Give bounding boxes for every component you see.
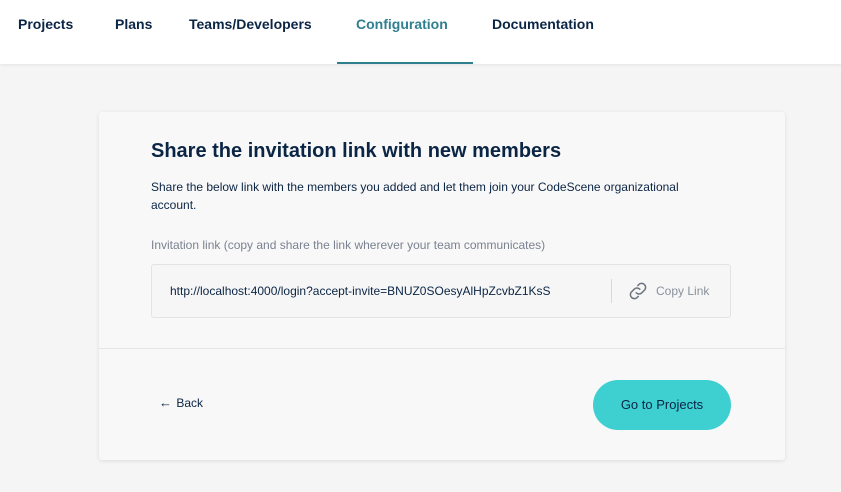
card-divider — [99, 348, 785, 349]
active-tab-indicator — [337, 62, 473, 64]
card-title: Share the invitation link with new membe… — [151, 140, 562, 162]
link-field-divider — [611, 279, 612, 303]
invitation-link-label: Invitation link (copy and share the link… — [151, 238, 546, 252]
copy-link-button[interactable]: Copy Link — [626, 265, 722, 317]
back-button[interactable]: ← Back — [159, 392, 203, 414]
arrow-left-icon: ← — [159, 395, 172, 410]
nav-tab-configuration[interactable]: Configuration — [356, 0, 448, 64]
nav-tab-teams-developers[interactable]: Teams/Developers — [189, 0, 312, 64]
copy-link-label: Copy Link — [656, 284, 710, 298]
nav-tab-plans[interactable]: Plans — [115, 0, 152, 64]
invitation-link-value[interactable]: http://localhost:4000/login?accept-invit… — [170, 265, 551, 317]
back-label: Back — [176, 396, 204, 410]
card-description: Share the below link with the members yo… — [151, 180, 679, 212]
nav-tab-documentation[interactable]: Documentation — [492, 0, 594, 64]
nav-tab-projects[interactable]: Projects — [18, 0, 73, 64]
invitation-link-field[interactable]: http://localhost:4000/login?accept-invit… — [151, 264, 731, 318]
link-icon — [629, 282, 647, 300]
go-to-projects-button[interactable]: Go to Projects — [593, 380, 731, 430]
invitation-card: Share the invitation link with new membe… — [99, 112, 785, 460]
top-navigation: Projects Plans Teams/Developers Configur… — [0, 0, 841, 64]
